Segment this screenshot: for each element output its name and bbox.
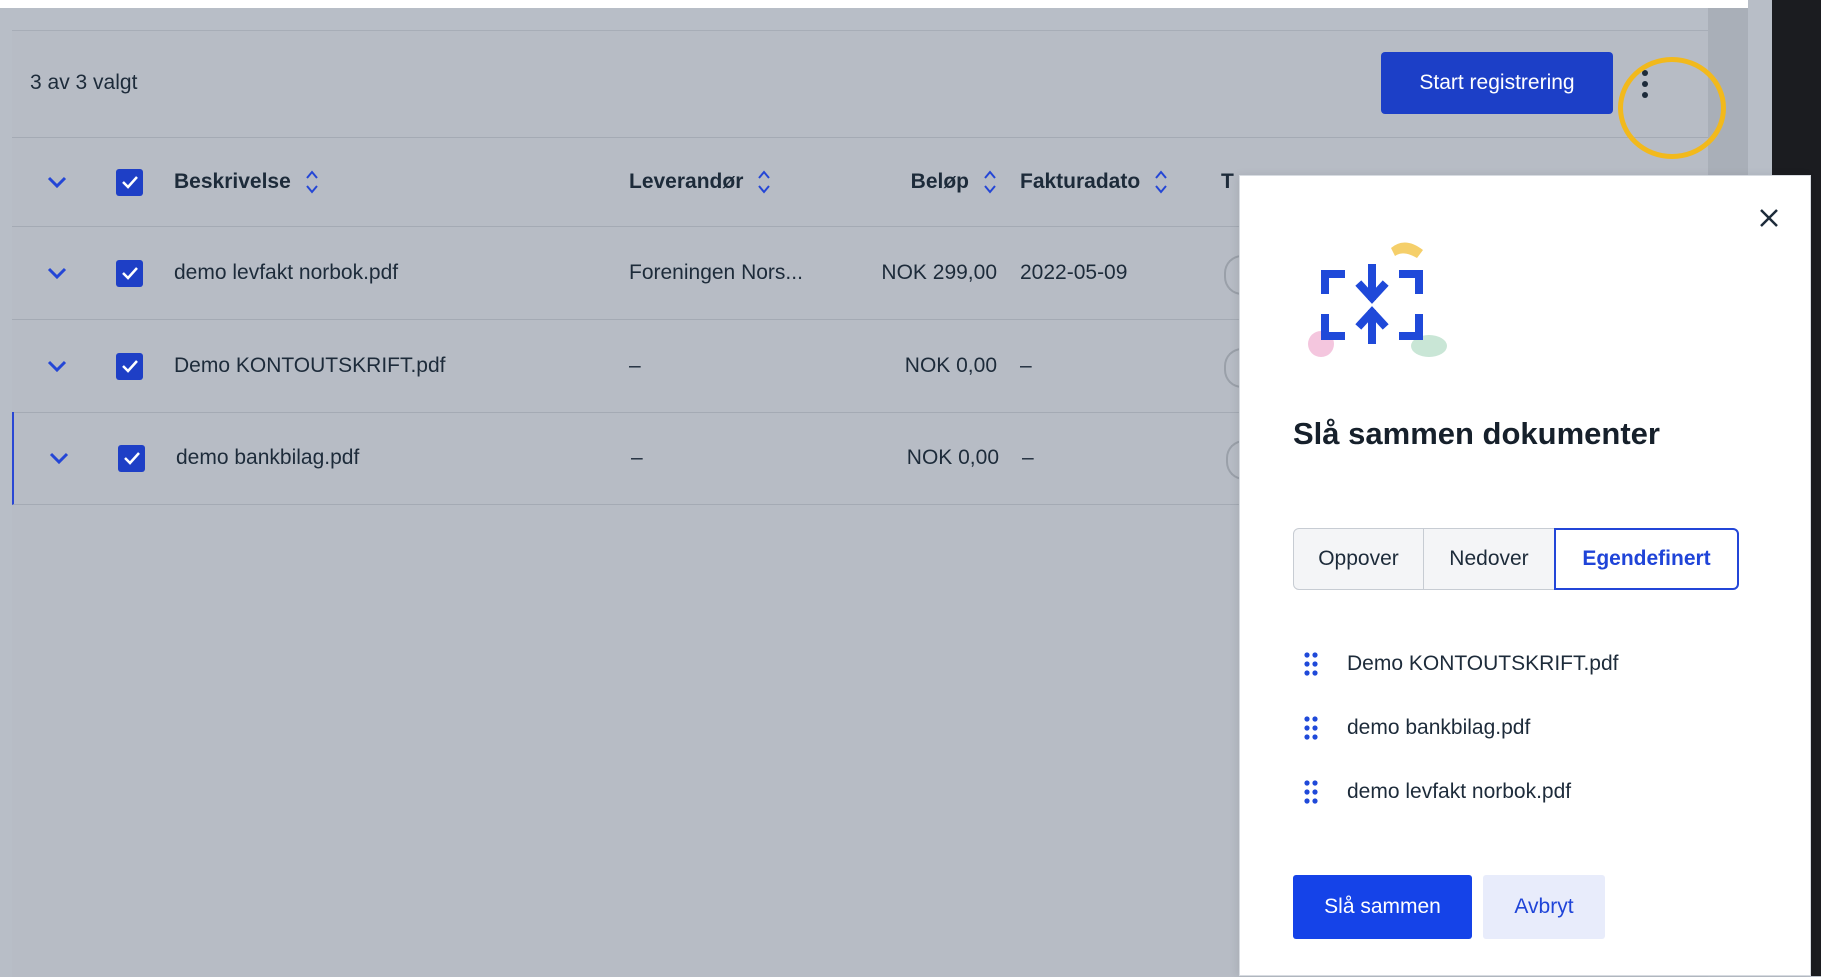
cell-leverandor: Foreningen Nors... [629, 261, 803, 284]
drag-handle-icon[interactable] [1303, 651, 1319, 677]
selection-count: 3 av 3 valgt [30, 71, 138, 94]
dialog-title: Slå sammen dokumenter [1293, 416, 1660, 451]
order-option-egendefinert[interactable]: Egendefinert [1554, 528, 1739, 590]
cell-fakturadato: 2022-05-09 [1020, 261, 1128, 284]
column-header-beskrivelse[interactable]: Beskrivelse [174, 138, 319, 226]
document-name: Demo KONTOUTSKRIFT.pdf [1347, 652, 1619, 675]
expand-row-chevron-icon[interactable] [44, 227, 70, 319]
column-header-fakturadato[interactable]: Fakturadato [1020, 138, 1168, 226]
sort-icon [305, 170, 318, 194]
selection-toolbar: 3 av 3 valgt Start registrering [12, 31, 1726, 159]
drag-handle-icon[interactable] [1303, 715, 1319, 741]
draggable-document-item[interactable]: Demo KONTOUTSKRIFT.pdf [1303, 644, 1619, 684]
document-name: demo bankbilag.pdf [1347, 716, 1531, 739]
column-header-label: Fakturadato [1020, 170, 1141, 193]
cell-belop: NOK 299,00 [881, 261, 997, 284]
drag-handle-icon[interactable] [1303, 779, 1319, 805]
column-header-label: Beskrivelse [174, 170, 291, 193]
column-header-label: Leverandør [629, 170, 744, 193]
document-name: demo levfakt norbok.pdf [1347, 780, 1572, 803]
start-registration-button[interactable]: Start registrering [1381, 52, 1613, 114]
sort-icon [1155, 170, 1167, 194]
expand-row-chevron-icon[interactable] [44, 320, 70, 412]
column-header-belop[interactable]: Beløp [842, 138, 997, 226]
row-checkbox[interactable] [116, 320, 144, 412]
order-segmented-control: Oppover Nedover Egendefinert [1293, 528, 1739, 590]
cell-leverandor: – [629, 354, 641, 377]
column-header-label: T [1221, 170, 1234, 193]
cell-beskrivelse: Demo KONTOUTSKRIFT.pdf [174, 354, 446, 377]
expand-row-chevron-icon[interactable] [46, 412, 72, 504]
sort-icon [758, 170, 771, 194]
sort-icon [984, 170, 996, 194]
cell-fakturadato: – [1020, 354, 1032, 377]
expand-all-chevron-icon[interactable] [44, 138, 70, 226]
column-header-t[interactable]: T [1221, 138, 1234, 226]
merge-button[interactable]: Slå sammen [1293, 875, 1472, 939]
row-checkbox[interactable] [116, 227, 144, 319]
merge-documents-dialog: Slå sammen dokumenter Oppover Nedover Eg… [1239, 175, 1811, 976]
cell-fakturadato: – [1022, 446, 1034, 469]
cancel-button[interactable]: Avbryt [1483, 875, 1605, 939]
close-icon[interactable] [1749, 198, 1789, 238]
select-all-checkbox[interactable] [116, 138, 144, 226]
cell-belop: NOK 0,00 [904, 354, 997, 377]
cell-beskrivelse: demo bankbilag.pdf [176, 446, 360, 469]
top-strip [0, 0, 1748, 8]
cell-leverandor: – [631, 446, 643, 469]
cell-belop: NOK 0,00 [906, 446, 999, 469]
column-header-label: Beløp [910, 170, 969, 193]
column-header-leverandor[interactable]: Leverandør [629, 138, 771, 226]
merge-illustration-icon [1308, 242, 1447, 357]
draggable-document-item[interactable]: demo bankbilag.pdf [1303, 708, 1530, 748]
order-option-nedover[interactable]: Nedover [1423, 528, 1555, 590]
cell-beskrivelse: demo levfakt norbok.pdf [174, 261, 399, 284]
order-option-oppover[interactable]: Oppover [1293, 528, 1424, 590]
draggable-document-item[interactable]: demo levfakt norbok.pdf [1303, 772, 1571, 812]
row-checkbox[interactable] [118, 412, 146, 504]
